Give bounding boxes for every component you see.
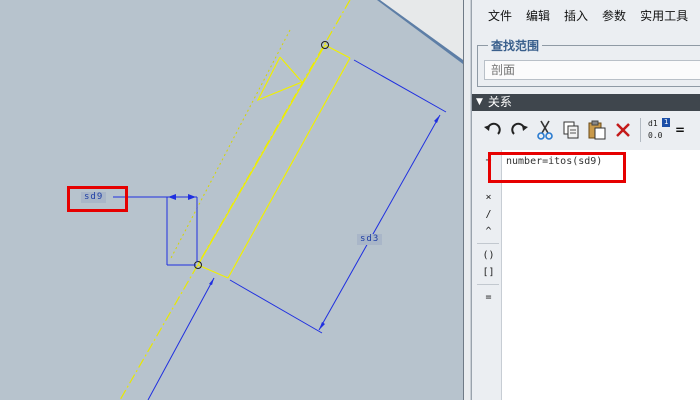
search-scope-input[interactable]: [484, 60, 700, 80]
menu-edit[interactable]: 编辑: [526, 7, 550, 24]
toolbar-separator: [640, 118, 641, 142]
insert-multiply-button[interactable]: ×: [476, 189, 501, 206]
highlight-box-relation: [488, 152, 626, 183]
equals-button[interactable]: =: [673, 117, 687, 143]
panel-splitter[interactable]: [463, 0, 471, 400]
menu-insert[interactable]: 插入: [564, 7, 588, 24]
search-scope-group: 查找范围: [477, 37, 700, 87]
insert-parentheses-button[interactable]: (): [476, 247, 501, 264]
collapse-triangle-icon[interactable]: ▼: [476, 94, 483, 111]
relations-editor[interactable]: number=itos(sd9): [501, 150, 700, 400]
relations-panel: 文件 编辑 插入 参数 实用工具 查找范围 ▼ 关系 d1: [471, 0, 700, 400]
menu-utilities[interactable]: 实用工具: [640, 7, 688, 24]
insert-brackets-button[interactable]: []: [476, 264, 501, 281]
menu-parameters[interactable]: 参数: [602, 7, 626, 24]
relations-section-header[interactable]: ▼ 关系: [472, 94, 700, 111]
operator-separator: [477, 243, 499, 244]
redo-icon[interactable]: [506, 117, 532, 143]
paste-icon[interactable]: [584, 117, 610, 143]
relations-title: 关系: [487, 95, 512, 109]
insert-divide-button[interactable]: /: [476, 206, 501, 223]
show-dimension-values-icon[interactable]: d1 1 0.0: [645, 117, 673, 143]
dimension-toggle-badge: 1: [662, 118, 671, 127]
highlight-box-sd9: [67, 186, 128, 212]
delete-icon[interactable]: [610, 117, 636, 143]
equals-label: =: [674, 123, 686, 137]
dimension-toggle-top: d1: [648, 119, 658, 128]
menu-bar: 文件 编辑 插入 参数 实用工具: [472, 0, 700, 30]
search-scope-label: 查找范围: [488, 37, 543, 54]
menu-file[interactable]: 文件: [488, 7, 512, 24]
undo-icon[interactable]: [480, 117, 506, 143]
copy-icon[interactable]: [558, 117, 584, 143]
cut-icon[interactable]: [532, 117, 558, 143]
operator-separator: [477, 284, 499, 285]
dimension-label-sd3[interactable]: sd3: [357, 234, 383, 245]
insert-power-button[interactable]: ^: [476, 223, 501, 240]
relations-toolbar: d1 1 0.0 =: [472, 114, 700, 146]
graphics-viewport[interactable]: sd9 sd3: [0, 0, 463, 400]
insert-equals-button[interactable]: =: [476, 289, 501, 306]
dimension-toggle-bottom: 0.0: [648, 131, 663, 140]
